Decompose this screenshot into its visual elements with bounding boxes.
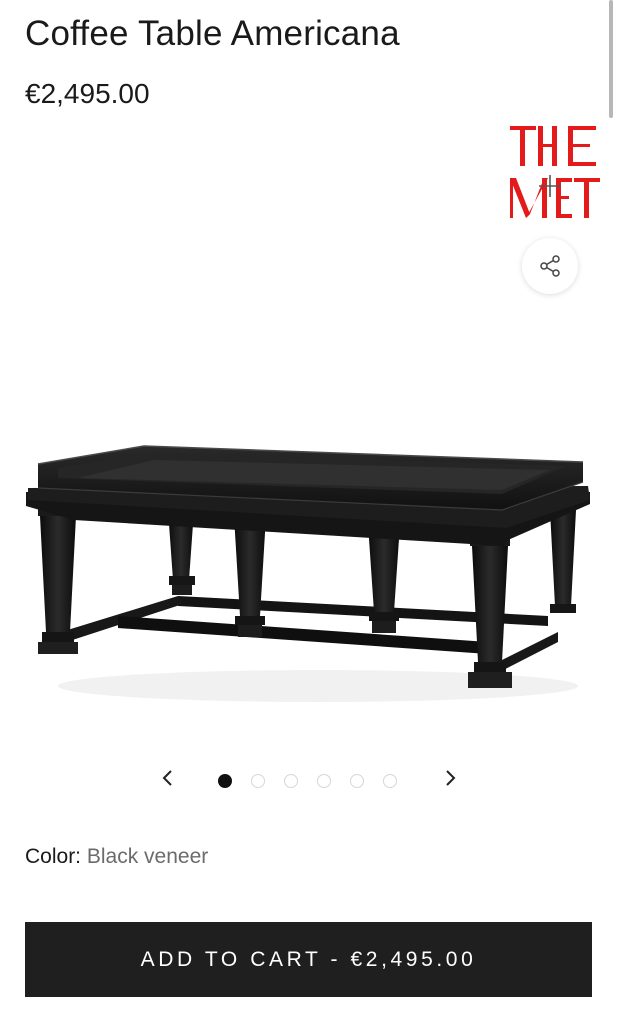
share-button[interactable] bbox=[522, 238, 578, 294]
carousel-dot[interactable] bbox=[350, 774, 364, 788]
product-title: Coffee Table Americana bbox=[25, 14, 400, 53]
product-page: Coffee Table Americana €2,495.00 Color: … bbox=[0, 0, 617, 1024]
chevron-left-icon bbox=[162, 770, 172, 786]
scrollbar[interactable] bbox=[609, 0, 613, 118]
carousel-prev-button[interactable] bbox=[156, 766, 180, 790]
carousel-next-button[interactable] bbox=[438, 766, 462, 790]
add-to-cart-button[interactable]: ADD TO CART - €2,495.00 bbox=[25, 922, 592, 997]
carousel-dot[interactable] bbox=[218, 774, 232, 788]
carousel-dot[interactable] bbox=[251, 774, 265, 788]
chevron-right-icon bbox=[446, 770, 456, 786]
carousel-dot[interactable] bbox=[317, 774, 331, 788]
plus-icon[interactable] bbox=[536, 172, 564, 200]
share-icon bbox=[540, 255, 560, 277]
color-label: Color: bbox=[25, 845, 87, 868]
carousel-dot[interactable] bbox=[284, 774, 298, 788]
product-image[interactable] bbox=[18, 436, 598, 722]
color-option: Color: Black veneer bbox=[25, 845, 208, 869]
product-price: €2,495.00 bbox=[25, 78, 150, 109]
color-value: Black veneer bbox=[86, 845, 209, 868]
carousel-dots bbox=[218, 774, 397, 788]
carousel-dot[interactable] bbox=[383, 774, 397, 788]
